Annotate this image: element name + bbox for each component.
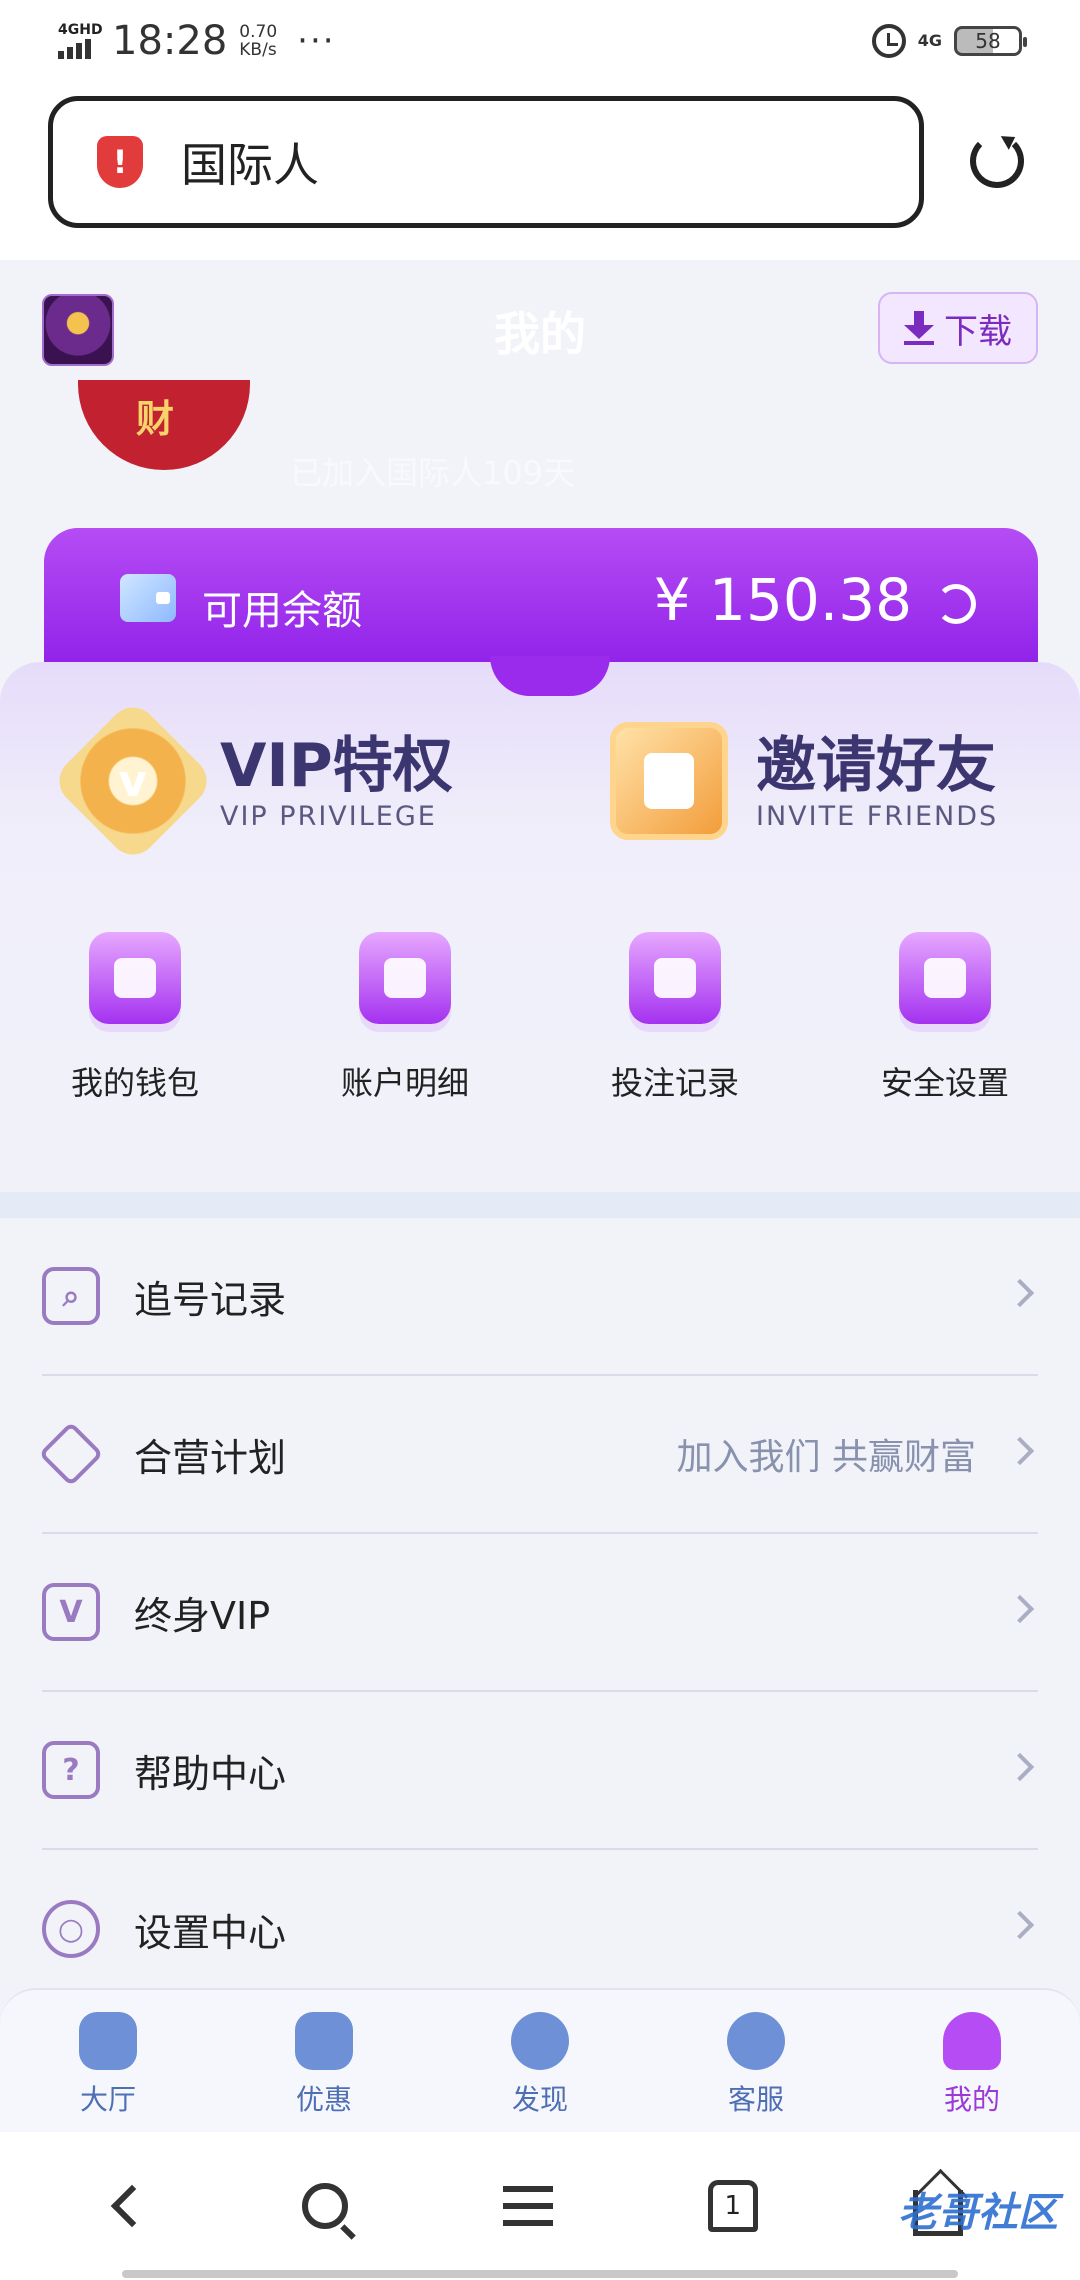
chevron-right-icon bbox=[1005, 1910, 1035, 1940]
status-bar: 4GHD 18:28 0.70 KB/s ··· 4G 58 bbox=[0, 0, 1080, 82]
joined-days: 已加入国际人109天 bbox=[290, 454, 576, 492]
menu-list: ⌕ 追号记录 合营计划 加入我们 共赢财富 V 终身VIP ? 帮助中心 ○ 设… bbox=[0, 1218, 1080, 2008]
more-notifications-icon: ··· bbox=[297, 21, 336, 61]
quick-action-account-details[interactable]: 账户明细 bbox=[270, 932, 540, 1104]
menu-item-label: 合营计划 bbox=[134, 1435, 287, 1480]
settings-gear-icon: ○ bbox=[42, 1900, 100, 1958]
vip-privilege-card[interactable]: v VIP特权 VIP PRIVILEGE bbox=[49, 697, 453, 865]
wallet-icon bbox=[89, 932, 181, 1024]
avatar[interactable]: 财 bbox=[78, 380, 250, 470]
network-speed: 0.70 KB/s bbox=[239, 23, 277, 59]
tab-label: 我的 bbox=[943, 2083, 1000, 2116]
quick-action-label: 投注记录 bbox=[610, 1064, 739, 1102]
vip-subtitle: VIP PRIVILEGE bbox=[220, 800, 437, 832]
quick-action-label: 我的钱包 bbox=[70, 1064, 199, 1102]
chevron-right-icon bbox=[1005, 1278, 1035, 1308]
tab-label: 发现 bbox=[511, 2083, 568, 2116]
menu-item-label: 帮助中心 bbox=[134, 1751, 287, 1796]
tab-lobby[interactable]: 大厅 bbox=[0, 1990, 216, 2132]
search-icon[interactable] bbox=[302, 2183, 349, 2229]
home-icon bbox=[79, 2012, 137, 2070]
battery-icon: 58 bbox=[954, 26, 1027, 56]
tab-label: 客服 bbox=[727, 2083, 784, 2116]
chevron-right-icon bbox=[1005, 1594, 1035, 1624]
speed-unit: KB/s bbox=[239, 40, 277, 60]
menu-item-lifetime-vip[interactable]: V 终身VIP bbox=[42, 1534, 1038, 1692]
home-indicator[interactable] bbox=[122, 2270, 958, 2278]
quick-action-label: 账户明细 bbox=[340, 1064, 469, 1102]
menu-item-chase-records[interactable]: ⌕ 追号记录 bbox=[42, 1218, 1038, 1376]
download-label: 下载 bbox=[944, 311, 1012, 352]
vip-badge-icon: v bbox=[49, 697, 217, 865]
tabs-icon[interactable]: 1 bbox=[707, 2180, 758, 2232]
quick-action-wallet[interactable]: 我的钱包 bbox=[0, 932, 270, 1104]
page-header: 我的 下载 bbox=[0, 260, 1080, 390]
quick-action-security[interactable]: 安全设置 bbox=[810, 932, 1080, 1104]
alarm-icon bbox=[871, 24, 906, 58]
menu-icon[interactable] bbox=[502, 2186, 553, 2226]
security-shield-icon bbox=[899, 932, 991, 1024]
menu-item-settings-center[interactable]: ○ 设置中心 bbox=[42, 1850, 1038, 2008]
vip-user-icon: V bbox=[42, 1583, 100, 1641]
yuan-receipt-icon bbox=[359, 932, 451, 1024]
avatar-char: 财 bbox=[136, 397, 175, 441]
handshake-icon bbox=[38, 1421, 104, 1487]
wallet-icon bbox=[120, 574, 176, 622]
tab-promotions[interactable]: 优惠 bbox=[216, 1990, 432, 2132]
chevron-right-icon bbox=[1005, 1436, 1035, 1466]
speed-value: 0.70 bbox=[239, 22, 278, 42]
download-button[interactable]: 下载 bbox=[878, 292, 1038, 364]
network-type: 4GHD bbox=[58, 22, 103, 38]
menu-item-partner-plan[interactable]: 合营计划 加入我们 共赢财富 bbox=[38, 1376, 1038, 1534]
security-warning-icon[interactable]: ! bbox=[97, 136, 143, 188]
invite-subtitle: INVITE FRIENDS bbox=[756, 800, 999, 832]
vip-badge-letter: v bbox=[118, 755, 148, 807]
quick-actions: 我的钱包 账户明细 投注记录 安全设置 bbox=[0, 932, 1080, 1104]
promo-section: v VIP特权 VIP PRIVILEGE 邀请好友 INVITE FRIEND… bbox=[0, 662, 1080, 1222]
quick-action-bet-history[interactable]: 投注记录 bbox=[540, 932, 810, 1104]
menu-item-label: 终身VIP bbox=[134, 1593, 271, 1638]
section-divider bbox=[0, 1192, 1080, 1218]
balance-amount: ¥ 150.38 bbox=[653, 566, 912, 634]
site-name[interactable]: 国际人 bbox=[181, 129, 319, 195]
tab-support[interactable]: 客服 bbox=[648, 1990, 864, 2132]
signal-indicator: 4GHD bbox=[58, 23, 104, 59]
menu-item-hint: 加入我们 共赢财富 bbox=[676, 1437, 976, 1478]
bet-history-icon bbox=[629, 932, 721, 1024]
search-record-icon: ⌕ bbox=[42, 1267, 100, 1325]
reload-icon[interactable] bbox=[970, 134, 1024, 188]
vip-title: VIP特权 bbox=[220, 730, 453, 801]
refresh-balance-icon[interactable] bbox=[936, 584, 976, 624]
back-icon[interactable] bbox=[111, 2184, 154, 2228]
invite-badge-icon bbox=[610, 722, 728, 840]
menu-item-label: 设置中心 bbox=[134, 1910, 287, 1955]
promo-star-icon bbox=[295, 2012, 353, 2070]
url-field[interactable]: ! 国际人 bbox=[48, 96, 924, 228]
quick-action-label: 安全设置 bbox=[880, 1064, 1009, 1102]
user-icon bbox=[943, 2012, 1001, 2070]
network-type-right: 4G bbox=[917, 31, 942, 50]
invite-friends-card[interactable]: 邀请好友 INVITE FRIENDS bbox=[610, 722, 998, 840]
signal-bars-icon bbox=[58, 37, 104, 59]
chat-icon bbox=[727, 2012, 785, 2070]
app-tab-bar: 大厅 优惠 发现 客服 我的 bbox=[0, 1988, 1080, 2132]
chevron-right-icon bbox=[1005, 1752, 1035, 1782]
browser-address-bar: ! 国际人 bbox=[0, 82, 1080, 260]
tab-mine[interactable]: 我的 bbox=[864, 1990, 1080, 2132]
balance-label: 可用余额 bbox=[202, 588, 362, 634]
tab-label: 大厅 bbox=[79, 2083, 136, 2116]
menu-item-label: 追号记录 bbox=[134, 1277, 287, 1322]
tab-discover[interactable]: 发现 bbox=[432, 1990, 648, 2132]
tab-label: 优惠 bbox=[295, 2083, 352, 2116]
menu-item-help-center[interactable]: ? 帮助中心 bbox=[42, 1692, 1038, 1850]
watermark-logo: 老哥社区 bbox=[898, 2190, 1058, 2236]
compass-icon bbox=[511, 2012, 569, 2070]
help-icon: ? bbox=[42, 1741, 100, 1799]
clock: 18:28 bbox=[112, 18, 228, 64]
download-icon bbox=[904, 311, 934, 345]
invite-title: 邀请好友 bbox=[756, 730, 996, 801]
